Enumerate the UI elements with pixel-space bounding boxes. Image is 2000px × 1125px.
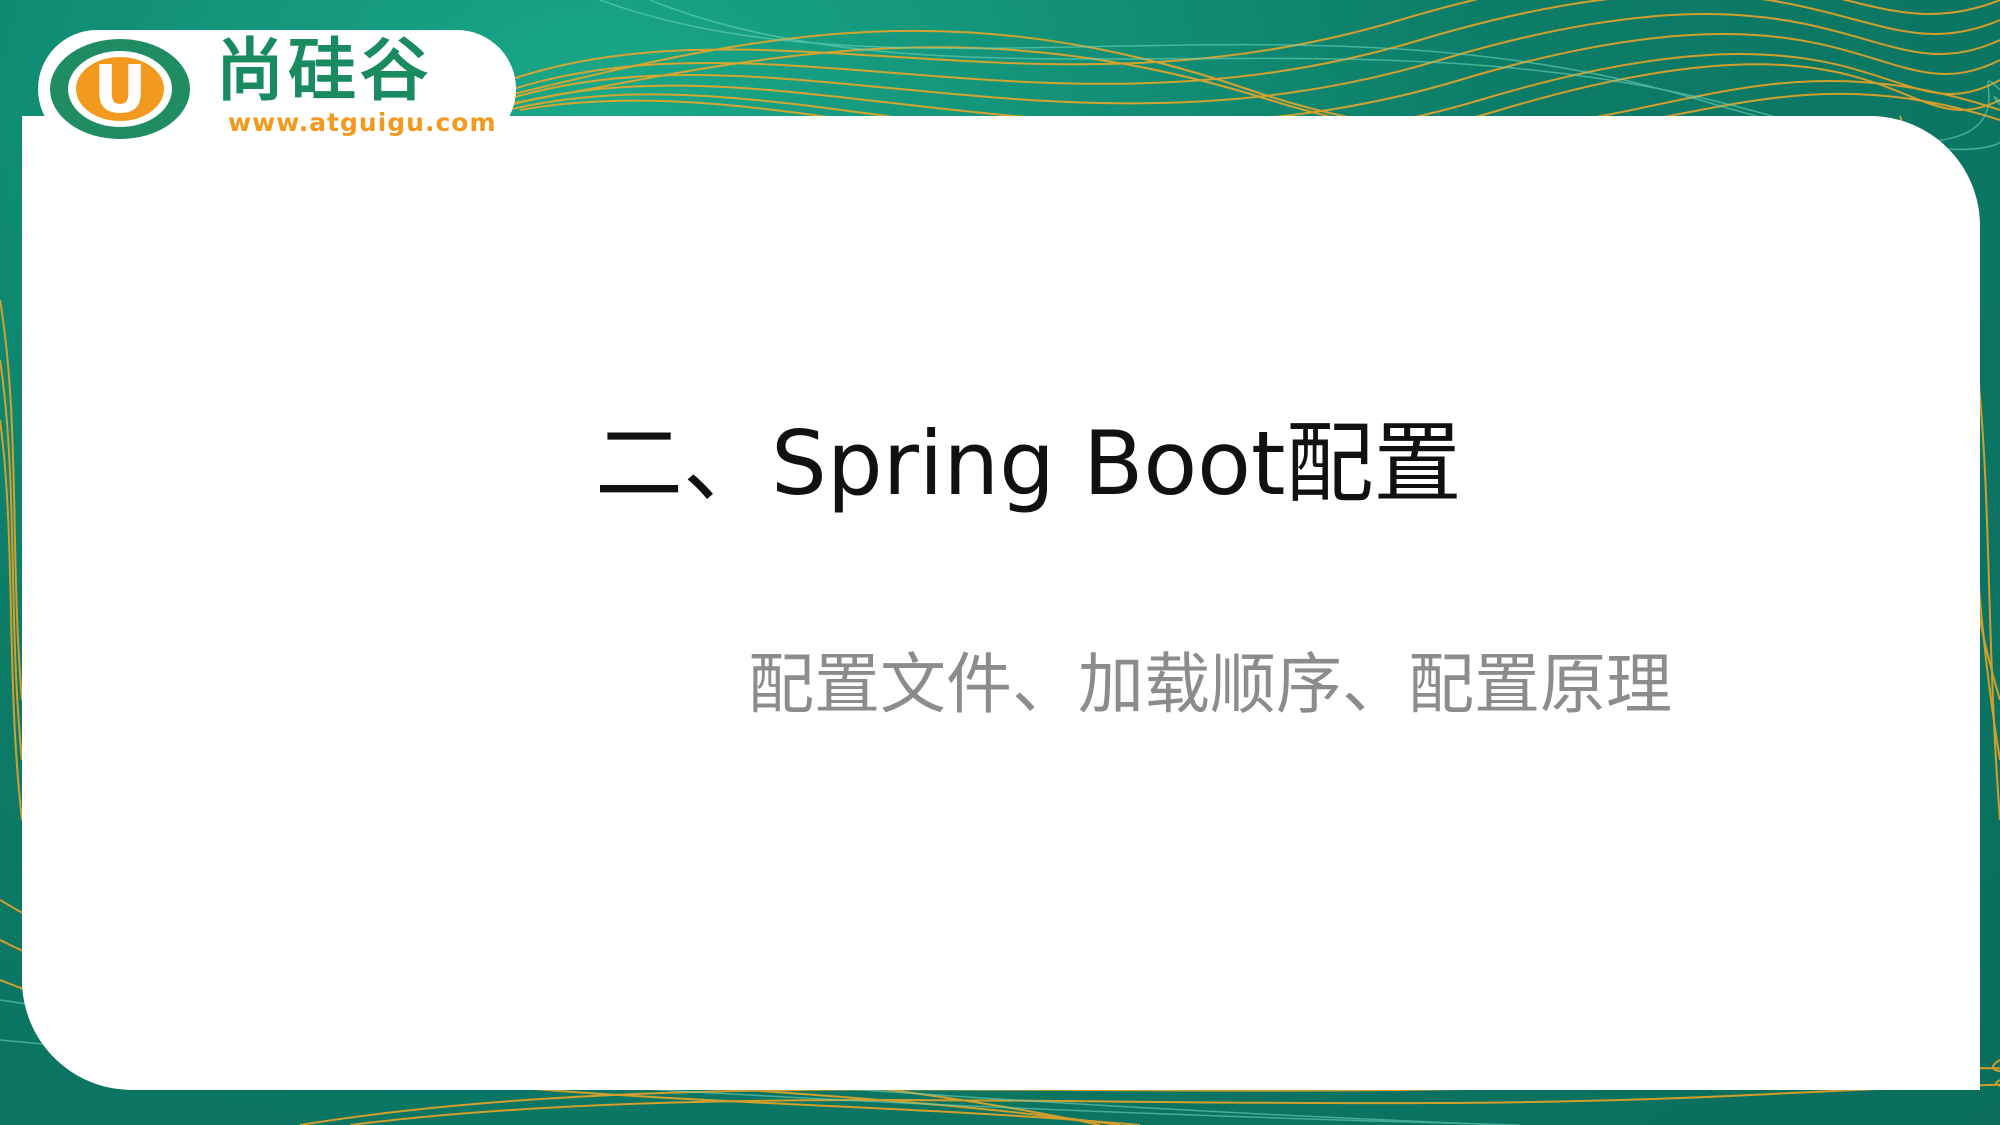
slide-title: 二、Spring Boot配置 <box>595 412 1462 515</box>
slide-subtitle: 配置文件、加载顺序、配置原理 <box>748 646 1672 723</box>
logo-letter: U <box>93 51 147 128</box>
logo-u-icon: U <box>50 39 190 139</box>
brand-url: www.atguigu.com <box>228 108 497 137</box>
slide: U 尚硅谷 www.atguigu.com 二、Spring Boot配置 配置… <box>0 0 2000 1125</box>
brand-name: 尚硅谷 <box>216 32 433 111</box>
brand-logo: U 尚硅谷 www.atguigu.com <box>38 30 516 148</box>
content-card <box>22 116 1980 1090</box>
